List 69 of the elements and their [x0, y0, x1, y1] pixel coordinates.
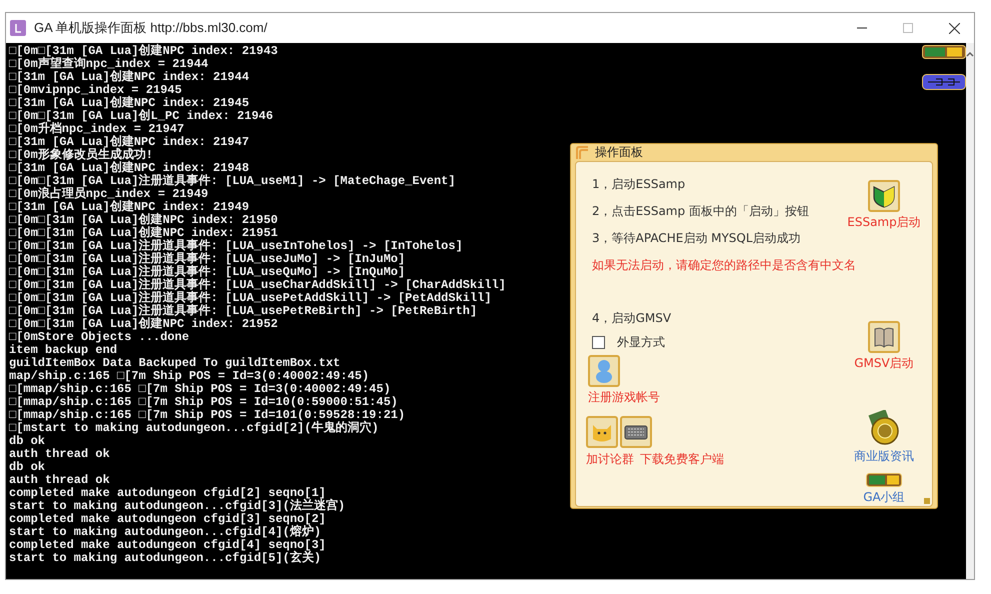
console-line: □[31m [GA Lua]创建NPC index: 21949 [9, 201, 250, 214]
step-text: 4，启动GMSV [592, 310, 672, 327]
button-label[interactable]: ESSamp启动 [847, 214, 921, 231]
console-line: start to making autodungeon...cfgid[3](法兰迷宫) [9, 500, 346, 513]
console-line: □[31m [GA Lua]创建NPC index: 21944 [9, 71, 250, 84]
step-text: 1，启动ESSamp [592, 176, 686, 193]
register-link[interactable]: 注册游戏帐号 [588, 389, 842, 406]
app-icon [10, 20, 26, 36]
console-line: □[0m□[31m [GA Lua]创建NPC index: 21952 [9, 318, 278, 331]
warning-text: 如果无法启动，请确定您的路径中是否含有中文名 [592, 257, 857, 274]
shield-icon [870, 183, 897, 209]
banner-icon [866, 473, 902, 487]
console-line: completed make autodungeon cfgid[3] seqno[2] [9, 513, 326, 526]
console-line: □[0m□[31m [GA Lua]创建NPC index: 21943 [9, 45, 278, 58]
console-line: □[31m [GA Lua]创建NPC index: 21948 [9, 162, 250, 175]
console-line: □[0m□[31m [GA Lua]创建NPC index: 21951 [9, 227, 278, 240]
console-line: □[0m□[31m [GA Lua]注册道具事件: [LUA_useQuMo] -> [InQuMo] [9, 266, 406, 279]
console-line: completed make autodungeon cfgid[2] seqno[1] [9, 487, 326, 500]
console-line: □[31m [GA Lua]创建NPC index: 21947 [9, 136, 250, 149]
console-line: □[mstart to making autodungeon...cfgid[2](牛鬼的洞穴) [9, 422, 379, 435]
close-icon[interactable] [949, 22, 960, 34]
console-line: □[0m□[31m [GA Lua]注册道具事件: [LUA_useCharAddSkill] -> [CharAddSkill] [9, 279, 506, 292]
console-line: start to making autodungeon...cfgid[4](熔炉) [9, 526, 322, 539]
console-line: item backup end [9, 344, 118, 357]
console-line: □[0m浪占理员npc_index = 21949 [9, 188, 208, 201]
step-text: 3，等待APACHE启动 MYSQL启动成功 [592, 230, 802, 247]
scroll-up-icon[interactable] [966, 51, 974, 57]
console-line: □[0m□[31m [GA Lua]创L_PC index: 21946 [9, 110, 274, 123]
console-line: □[0m形象修改员生成成功! [9, 149, 154, 162]
console-line: guildItemBox Data Backuped To guildItemBox.txt [9, 357, 340, 370]
console-line: □[0mvipnpc_index = 21945 [9, 84, 182, 97]
banner-icon[interactable] [922, 45, 966, 59]
plug-icon[interactable] [922, 74, 966, 90]
step-text: 2，点击ESSamp 面板中的「启动」按钮 [592, 203, 810, 220]
icon-button[interactable] [866, 473, 902, 487]
console-line: □[0m□[31m [GA Lua]注册道具事件: [LUA_useM1] -> [MateChage_Event] [9, 175, 456, 188]
console-line: □[31m [GA Lua]创建NPC index: 21945 [9, 97, 250, 110]
icon-button[interactable] [868, 180, 900, 212]
resize-grip-icon[interactable] [923, 497, 931, 505]
console-line: □[0m□[31m [GA Lua]注册道具事件: [LUA_usePetAddSkill] -> [PetAddSkill] [9, 292, 492, 305]
button-label[interactable]: 商业版资讯 [854, 448, 914, 465]
console-line: completed make autodungeon cfgid[4] seqno[3] [9, 539, 326, 552]
console-line: □[0m□[31m [GA Lua]创建NPC index: 21950 [9, 214, 278, 227]
console-line: start to making autodungeon...cfgid[5](玄关) [9, 552, 322, 565]
console-line: □[mmap/ship.c:165 □[7m Ship POS = Id=10(0:59000:51:45) [9, 396, 398, 409]
console-line: □[0m□[31m [GA Lua]注册道具事件: [LUA_usePetReBirth] -> [PetReBirth] [9, 305, 478, 318]
console-line: auth thread ok [9, 474, 110, 487]
console-line: db ok [9, 435, 46, 448]
button-label[interactable]: GMSV启动 [854, 355, 914, 372]
console-line: □[0m□[31m [GA Lua]注册道具事件: [LUA_useInTohelos] -> [InTohelos] [9, 240, 463, 253]
console-line: □[0m升档npc_index = 21947 [9, 123, 184, 136]
button-label[interactable]: GA小组 [863, 489, 905, 506]
corner-icon [575, 146, 589, 160]
console-line: □[0m声望查询npc_index = 21944 [9, 58, 208, 71]
console-line: □[mmap/ship.c:165 □[7m Ship POS = Id=3(0:40002:49:45) [9, 383, 391, 396]
console-line: □[0m□[31m [GA Lua]注册道具事件: [LUA_useJuMo] -> [InJuMo] [9, 253, 406, 266]
console-line: map/ship.c:165 □[7m Ship POS = Id=3(0:40002:49:45) [9, 370, 370, 383]
link-label[interactable]: 下载免费客户端 [640, 451, 724, 468]
console-line: □[mmap/ship.c:165 □[7m Ship POS = Id=101(0:59528:19:21) [9, 409, 406, 422]
link-button[interactable] [620, 416, 652, 448]
scrollbar[interactable] [966, 43, 974, 579]
link-label[interactable]: 加讨论群 [586, 451, 634, 468]
panel-title: 操作面板 [595, 144, 643, 161]
display-mode-checkbox[interactable]: 外显方式 [592, 334, 842, 351]
window-title: GA 单机版操作面板 http://bbs.ml30.com/ [34, 19, 268, 37]
console-line: □[0mStore Objects ...done [9, 331, 190, 344]
console-line: auth thread ok [9, 448, 110, 461]
console-line: db ok [9, 461, 46, 474]
icon-button[interactable] [868, 321, 900, 353]
